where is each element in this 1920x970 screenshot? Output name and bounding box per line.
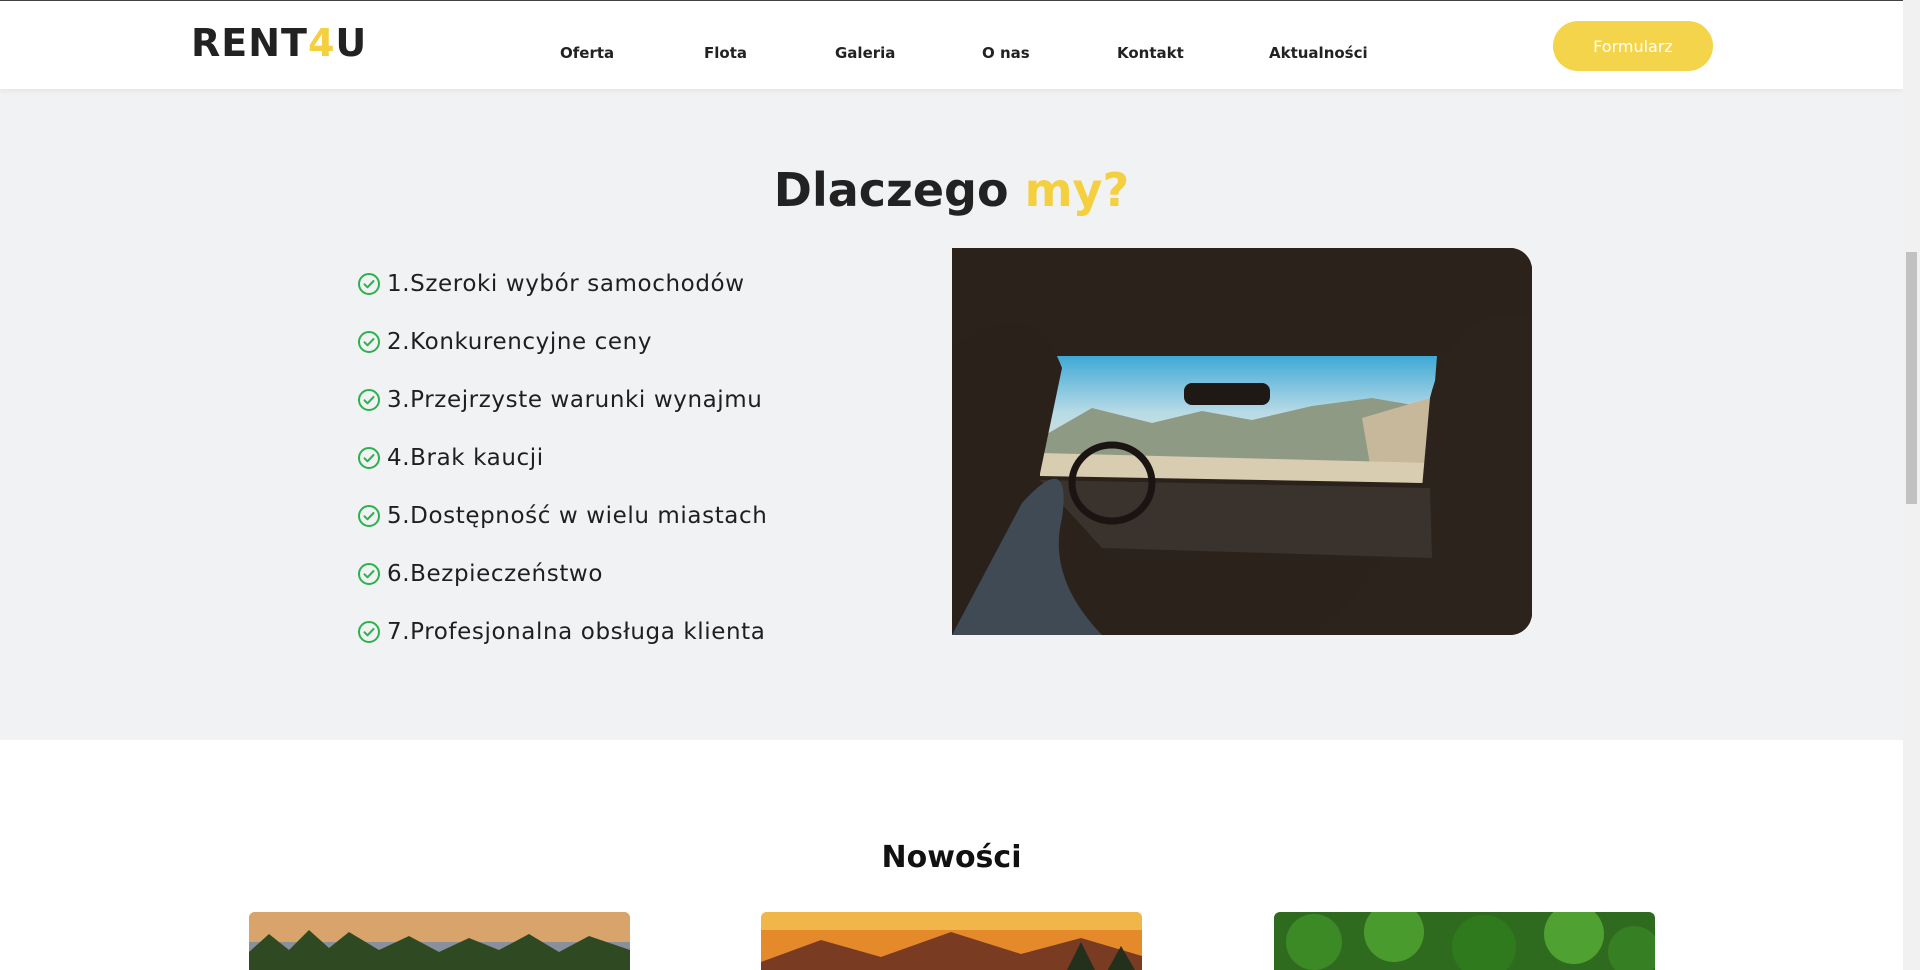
car-interior-photo — [952, 248, 1532, 635]
feature-label: 4.Brak kaucji — [387, 445, 544, 471]
check-circle-icon — [358, 563, 380, 585]
nav-item-galeria[interactable]: Galeria — [835, 44, 895, 62]
feature-label: 2.Konkurencyjne ceny — [387, 329, 653, 355]
title-accent: my? — [1024, 163, 1130, 217]
list-item: 2.Konkurencyjne ceny — [357, 313, 767, 371]
news-card-image-forest-sunset[interactable] — [249, 912, 630, 970]
page-scrollbar[interactable] — [1903, 0, 1920, 970]
nav-item-o-nas[interactable]: O nas — [982, 44, 1030, 62]
logo-text-end: U — [335, 21, 368, 65]
check-circle-icon — [358, 389, 380, 411]
logo[interactable]: RENT4U — [191, 21, 367, 65]
check-circle-icon — [358, 621, 380, 643]
form-button[interactable]: Formularz — [1553, 21, 1713, 71]
feature-label: 6.Bezpieczeństwo — [387, 561, 604, 587]
check-circle-icon — [358, 447, 380, 469]
feature-label: 1.Szeroki wybór samochodów — [387, 271, 745, 297]
logo-text: RENT — [191, 21, 308, 65]
check-circle-icon — [358, 331, 380, 353]
nav-item-oferta[interactable]: Oferta — [560, 44, 614, 62]
news-section: Nowości — [0, 740, 1903, 970]
feature-label: 5.Dostępność w wielu miastach — [387, 503, 768, 529]
title-main: Dlaczego — [773, 163, 1009, 217]
feature-label: 3.Przejrzyste warunki wynajmu — [387, 387, 763, 413]
feature-list: 1.Szeroki wybór samochodów 2.Konkurencyj… — [357, 255, 767, 661]
list-item: 4.Brak kaucji — [357, 429, 767, 487]
feature-label: 7.Profesjonalna obsługa klienta — [387, 619, 766, 645]
scrollbar-thumb[interactable] — [1906, 252, 1917, 504]
site-header: RENT4U Oferta Flota Galeria O nas Kontak… — [0, 1, 1903, 89]
nav-item-flota[interactable]: Flota — [704, 44, 747, 62]
list-item: 5.Dostępność w wielu miastach — [357, 487, 767, 545]
nav-item-kontakt[interactable]: Kontakt — [1117, 44, 1184, 62]
news-card-image-green-trees[interactable] — [1274, 912, 1655, 970]
list-item: 7.Profesjonalna obsługa klienta — [357, 603, 767, 661]
list-item: 6.Bezpieczeństwo — [357, 545, 767, 603]
news-card-image-mountain-sunset[interactable] — [761, 912, 1142, 970]
section-title-news: Nowości — [881, 840, 1022, 875]
logo-accent: 4 — [307, 21, 336, 65]
list-item: 3.Przejrzyste warunki wynajmu — [357, 371, 767, 429]
check-circle-icon — [358, 505, 380, 527]
list-item: 1.Szeroki wybór samochodów — [357, 255, 767, 313]
section-title-why: Dlaczego my? — [0, 163, 1903, 217]
check-circle-icon — [358, 273, 380, 295]
nav-item-aktualnosci[interactable]: Aktualności — [1269, 44, 1368, 62]
